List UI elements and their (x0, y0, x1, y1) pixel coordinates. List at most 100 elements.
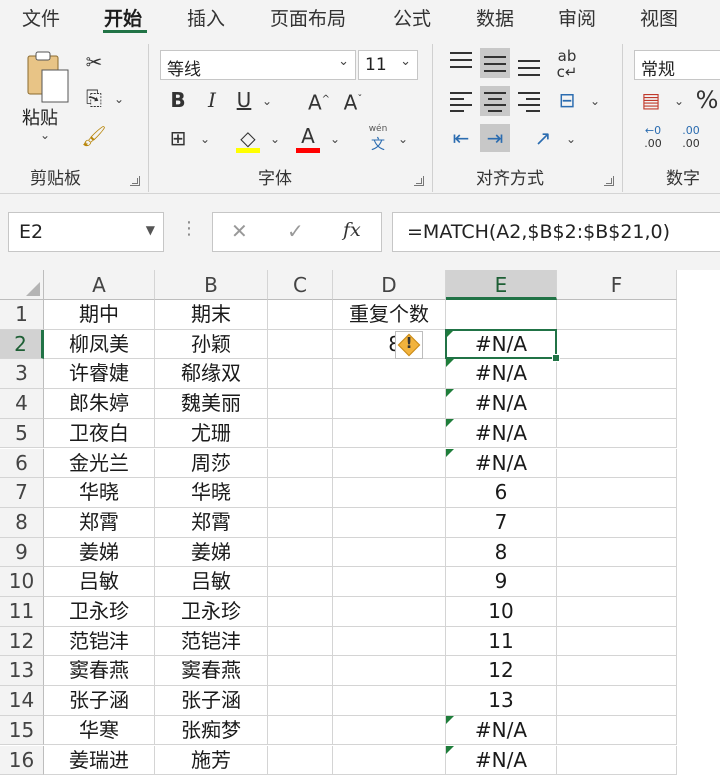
cell-e10[interactable]: 9 (446, 567, 557, 597)
cell-c4[interactable] (268, 389, 333, 419)
row-header[interactable]: 12 (0, 627, 44, 657)
cell-d1[interactable]: 重复个数 (333, 300, 446, 330)
cell-b2[interactable]: 孙颖 (155, 330, 268, 360)
cell-c10[interactable] (268, 567, 333, 597)
cell-a2[interactable]: 柳凤美 (44, 330, 155, 360)
cell-d15[interactable] (333, 716, 446, 746)
decrease-font-button[interactable]: Aˇ (340, 86, 366, 117)
cell-a14[interactable]: 张子涵 (44, 686, 155, 716)
cell-c2[interactable] (268, 330, 333, 360)
increase-decimal-button[interactable]: ←0.00 (638, 124, 668, 150)
cell-e3[interactable]: #N/A (446, 359, 557, 389)
cell-f6[interactable] (557, 449, 677, 479)
clipboard-launcher-icon[interactable] (130, 176, 140, 186)
row-header[interactable]: 11 (0, 597, 44, 627)
orientation-dropdown-chevron[interactable]: ⌄ (566, 132, 576, 146)
percent-style-button[interactable]: % (694, 86, 720, 114)
cell-f11[interactable] (557, 597, 677, 627)
fill-color-button[interactable]: ◇ (234, 124, 262, 154)
merge-dropdown-chevron[interactable]: ⌄ (590, 94, 600, 108)
cell-e16[interactable]: #N/A (446, 746, 557, 775)
cell-f4[interactable] (557, 389, 677, 419)
increase-indent-icon[interactable]: ⇥ (480, 124, 510, 152)
column-header-d[interactable]: D (333, 270, 446, 300)
row-header[interactable]: 8 (0, 508, 44, 538)
cell-d12[interactable] (333, 627, 446, 657)
cell-a5[interactable]: 卫夜白 (44, 419, 155, 449)
font-color-dropdown-chevron[interactable]: ⌄ (330, 132, 340, 146)
row-header[interactable]: 2 (0, 330, 44, 360)
cell-f10[interactable] (557, 567, 677, 597)
cell-f16[interactable] (557, 746, 677, 775)
name-box[interactable]: E2 ▼ (8, 212, 164, 252)
cell-e14[interactable]: 13 (446, 686, 557, 716)
cell-b11[interactable]: 卫永珍 (155, 597, 268, 627)
paste-label[interactable]: 粘贴 (22, 104, 58, 130)
cell-a7[interactable]: 华晓 (44, 478, 155, 508)
formula-input[interactable]: =MATCH(A2,$B$2:$B$21,0) (392, 212, 720, 252)
cell-b15[interactable]: 张痴梦 (155, 716, 268, 746)
borders-icon[interactable]: ⊞ (164, 124, 192, 152)
row-header[interactable]: 13 (0, 656, 44, 686)
paste-button[interactable] (20, 48, 72, 106)
cell-c16[interactable] (268, 746, 333, 775)
cell-b10[interactable]: 吕敏 (155, 567, 268, 597)
tab-view[interactable]: 视图 (640, 4, 678, 31)
cell-a13[interactable]: 窦春燕 (44, 656, 155, 686)
cell-a11[interactable]: 卫永珍 (44, 597, 155, 627)
row-header[interactable]: 5 (0, 419, 44, 449)
error-checking-button[interactable]: ! (395, 331, 423, 359)
number-format-combo[interactable]: 常规 (634, 50, 720, 80)
cell-a12[interactable]: 范铠沣 (44, 627, 155, 657)
cell-c1[interactable] (268, 300, 333, 330)
tab-review[interactable]: 审阅 (558, 4, 596, 31)
align-right-icon[interactable] (514, 86, 544, 116)
align-center-icon[interactable] (480, 86, 510, 116)
cell-b3[interactable]: 郗缘双 (155, 359, 268, 389)
cell-d5[interactable] (333, 419, 446, 449)
cell-e7[interactable]: 6 (446, 478, 557, 508)
alignment-launcher-icon[interactable] (604, 176, 614, 186)
cell-b9[interactable]: 姜娣 (155, 538, 268, 568)
cell-c5[interactable] (268, 419, 333, 449)
cell-e8[interactable]: 7 (446, 508, 557, 538)
cell-f5[interactable] (557, 419, 677, 449)
cell-d10[interactable] (333, 567, 446, 597)
cell-a3[interactable]: 许睿婕 (44, 359, 155, 389)
cell-f7[interactable] (557, 478, 677, 508)
tab-formulas[interactable]: 公式 (393, 4, 431, 31)
phonetic-guide-button[interactable]: wén 文 (364, 124, 392, 154)
column-header-b[interactable]: B (155, 270, 268, 300)
underline-button[interactable]: U (232, 86, 256, 114)
currency-dropdown-chevron[interactable]: ⌄ (674, 94, 684, 108)
row-header[interactable]: 6 (0, 449, 44, 479)
cell-d9[interactable] (333, 538, 446, 568)
font-color-button[interactable]: A (294, 124, 322, 154)
cell-c9[interactable] (268, 538, 333, 568)
cell-c13[interactable] (268, 656, 333, 686)
bold-button[interactable]: B (166, 86, 190, 114)
cell-d13[interactable] (333, 656, 446, 686)
cell-b7[interactable]: 华晓 (155, 478, 268, 508)
formula-bar-grip-icon[interactable]: ⋮ (180, 218, 198, 239)
cell-a10[interactable]: 吕敏 (44, 567, 155, 597)
tab-home[interactable]: 开始 (104, 4, 142, 31)
align-bottom-icon[interactable] (514, 48, 544, 78)
cell-d16[interactable] (333, 746, 446, 775)
cell-a15[interactable]: 华寒 (44, 716, 155, 746)
borders-dropdown-chevron[interactable]: ⌄ (200, 132, 210, 146)
cell-a9[interactable]: 姜娣 (44, 538, 155, 568)
cell-d7[interactable] (333, 478, 446, 508)
cell-e6[interactable]: #N/A (446, 449, 557, 479)
row-header[interactable]: 14 (0, 686, 44, 716)
cell-e1[interactable] (446, 300, 557, 330)
cell-b5[interactable]: 尤珊 (155, 419, 268, 449)
phonetic-dropdown-chevron[interactable]: ⌄ (398, 132, 408, 146)
tab-insert[interactable]: 插入 (187, 4, 225, 31)
currency-format-icon[interactable]: ▤ (636, 86, 666, 114)
cell-e9[interactable]: 8 (446, 538, 557, 568)
cell-f9[interactable] (557, 538, 677, 568)
cell-f14[interactable] (557, 686, 677, 716)
cell-f12[interactable] (557, 627, 677, 657)
cell-d6[interactable] (333, 449, 446, 479)
